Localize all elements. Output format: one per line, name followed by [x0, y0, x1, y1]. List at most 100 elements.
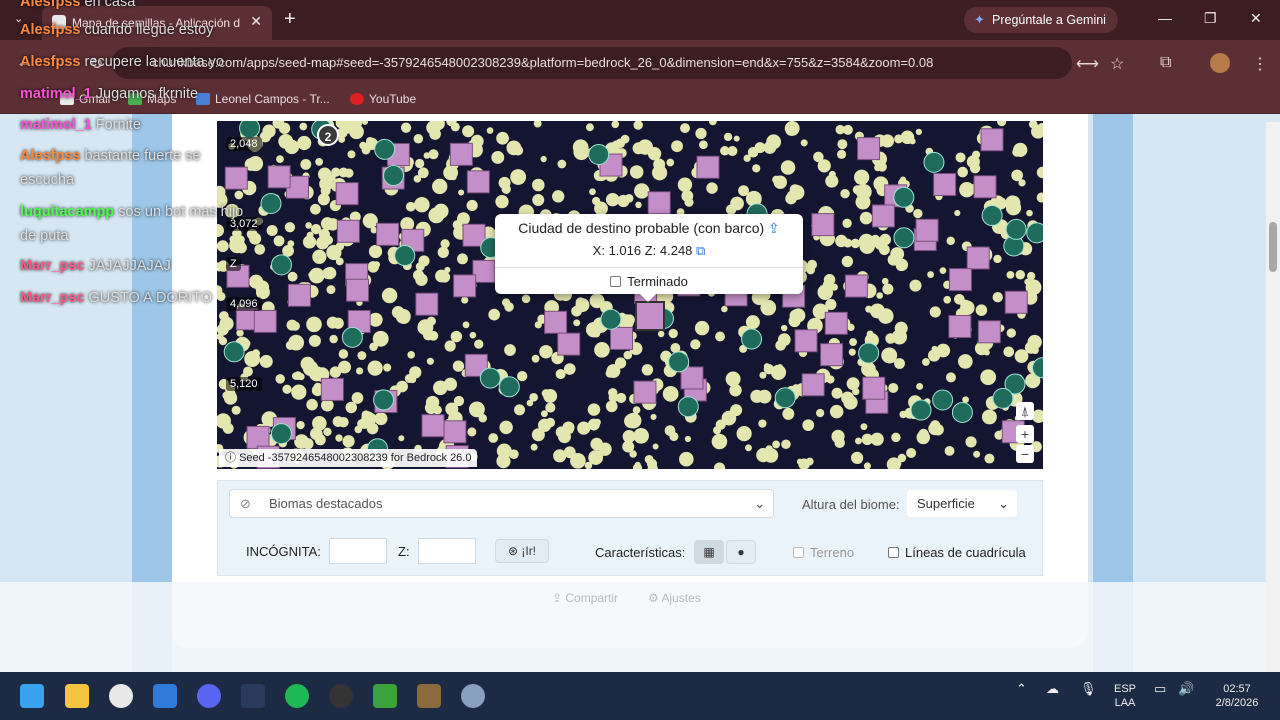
terrain-checkbox[interactable]: [793, 547, 804, 558]
end-city-marker-icon[interactable]: [472, 259, 496, 283]
end-city-marker-icon[interactable]: [696, 155, 720, 179]
obs-icon[interactable]: [329, 684, 353, 708]
end-city-marker-icon[interactable]: [224, 166, 248, 190]
minimize-button[interactable]: —: [1158, 10, 1172, 26]
done-checkbox[interactable]: [610, 276, 622, 287]
end-gateway-marker-icon[interactable]: [981, 205, 1003, 227]
end-city-marker-icon[interactable]: [267, 165, 291, 189]
end-gateway-marker-icon[interactable]: [270, 423, 292, 445]
x-input[interactable]: [329, 538, 387, 564]
language-indicator[interactable]: ESP LAA: [1110, 682, 1140, 710]
end-city-marker-icon[interactable]: [871, 204, 895, 228]
end-city-marker-icon[interactable]: [973, 175, 997, 199]
translate-icon[interactable]: ⟷: [1076, 54, 1099, 74]
end-gateway-marker-icon[interactable]: [239, 121, 261, 139]
end-city-marker-icon[interactable]: [320, 377, 344, 401]
end-city-marker-icon[interactable]: [915, 218, 939, 242]
end-city-marker-icon[interactable]: [980, 128, 1004, 152]
seed-map[interactable]: [217, 121, 1043, 469]
tab-close-icon[interactable]: ✕: [250, 13, 262, 30]
windows-start-icon[interactable]: [20, 684, 44, 708]
end-city-marker-icon[interactable]: [948, 268, 972, 292]
end-city-marker-icon[interactable]: [801, 373, 825, 397]
go-button[interactable]: ⊛ ¡Ir!: [495, 539, 549, 563]
end-gateway-marker-icon[interactable]: [893, 186, 915, 208]
zoom-out-button[interactable]: −: [1016, 445, 1034, 463]
extensions-icon[interactable]: ⧉: [1160, 54, 1171, 72]
copy-icon[interactable]: ⧉: [696, 243, 705, 258]
menu-icon[interactable]: ⋮: [1252, 54, 1268, 74]
end-gateway-marker-icon[interactable]: [479, 367, 501, 389]
end-city-marker-icon[interactable]: [844, 274, 868, 298]
selected-end-city-marker-icon[interactable]: [635, 301, 665, 331]
features-structure-toggle[interactable]: ▦: [694, 540, 724, 564]
tray-chevron-icon[interactable]: ⌃: [1016, 682, 1027, 696]
end-gateway-marker-icon[interactable]: [270, 254, 292, 276]
end-gateway-marker-icon[interactable]: [600, 308, 622, 330]
end-city-marker-icon[interactable]: [246, 425, 270, 449]
store-icon[interactable]: [153, 684, 177, 708]
end-city-marker-icon[interactable]: [794, 329, 818, 353]
microphone-icon[interactable]: 🎙: [1080, 682, 1097, 696]
end-gateway-marker-icon[interactable]: [498, 376, 520, 398]
end-city-marker-icon[interactable]: [948, 315, 972, 339]
end-gateway-marker-icon[interactable]: [1026, 222, 1043, 244]
volume-icon[interactable]: 🔊: [1178, 682, 1194, 696]
clock[interactable]: 02:57 2/8/2026: [1206, 682, 1268, 710]
bookmark-leonel[interactable]: Leonel Campos - Tr...: [196, 92, 330, 106]
end-city-marker-icon[interactable]: [557, 332, 581, 356]
end-city-marker-icon[interactable]: [544, 310, 568, 334]
end-city-marker-icon[interactable]: [647, 191, 671, 215]
minecraft-icon[interactable]: [373, 684, 397, 708]
share-button[interactable]: ⇪ Compartir: [552, 591, 618, 605]
end-gateway-marker-icon[interactable]: [374, 138, 396, 160]
end-gateway-marker-icon[interactable]: [910, 399, 932, 421]
popup-done-row[interactable]: Terminado: [495, 267, 803, 289]
bookmark-star-icon[interactable]: ☆: [1110, 54, 1124, 74]
end-gateway-marker-icon[interactable]: [774, 387, 796, 409]
profile-avatar[interactable]: [1210, 53, 1230, 73]
end-city-marker-icon[interactable]: [336, 219, 360, 243]
settings-app-icon[interactable]: [461, 684, 485, 708]
cluster-badge[interactable]: 2: [317, 124, 339, 146]
end-gateway-marker-icon[interactable]: [923, 151, 945, 173]
end-city-marker-icon[interactable]: [466, 170, 490, 194]
grid-option[interactable]: Líneas de cuadrícula: [888, 545, 1026, 560]
end-city-marker-icon[interactable]: [421, 414, 445, 438]
end-gateway-marker-icon[interactable]: [1005, 218, 1027, 240]
end-city-marker-icon[interactable]: [345, 278, 369, 302]
zoom-in-button[interactable]: +: [1016, 425, 1034, 443]
discord-icon[interactable]: [197, 684, 221, 708]
end-city-marker-icon[interactable]: [453, 274, 477, 298]
end-city-marker-icon[interactable]: [820, 343, 844, 367]
end-gateway-marker-icon[interactable]: [677, 396, 699, 418]
network-icon[interactable]: ▭: [1154, 682, 1166, 696]
end-city-marker-icon[interactable]: [1004, 290, 1028, 314]
compass-icon[interactable]: ⍋: [1016, 402, 1034, 420]
end-gateway-marker-icon[interactable]: [741, 328, 763, 350]
end-city-marker-icon[interactable]: [811, 213, 835, 237]
end-city-marker-icon[interactable]: [376, 222, 400, 246]
end-city-marker-icon[interactable]: [415, 292, 439, 316]
end-gateway-marker-icon[interactable]: [394, 245, 416, 267]
end-gateway-marker-icon[interactable]: [858, 342, 880, 364]
end-gateway-marker-icon[interactable]: [223, 341, 245, 363]
settings-button[interactable]: ⚙ Ajustes: [648, 591, 701, 605]
info-icon[interactable]: ⓘ: [225, 452, 236, 464]
terrain-option[interactable]: Terreno: [793, 545, 854, 560]
end-gateway-marker-icon[interactable]: [383, 164, 405, 186]
gemini-button[interactable]: ✦ Pregúntale a Gemini: [964, 7, 1118, 33]
url-field[interactable]: chunkbase.com/apps/seed-map#seed=-357924…: [112, 47, 1072, 79]
end-city-marker-icon[interactable]: [633, 380, 657, 404]
end-gateway-marker-icon[interactable]: [373, 389, 395, 411]
end-city-marker-icon[interactable]: [443, 420, 467, 444]
end-city-marker-icon[interactable]: [287, 283, 311, 307]
end-city-marker-icon[interactable]: [335, 182, 359, 206]
end-city-marker-icon[interactable]: [824, 311, 848, 335]
end-city-marker-icon[interactable]: [610, 326, 634, 350]
spotify-icon[interactable]: [285, 684, 309, 708]
biome-height-select[interactable]: Superficie ⌄: [907, 490, 1017, 517]
end-city-marker-icon[interactable]: [933, 173, 957, 197]
end-gateway-marker-icon[interactable]: [992, 387, 1014, 409]
end-gateway-marker-icon[interactable]: [668, 351, 690, 373]
